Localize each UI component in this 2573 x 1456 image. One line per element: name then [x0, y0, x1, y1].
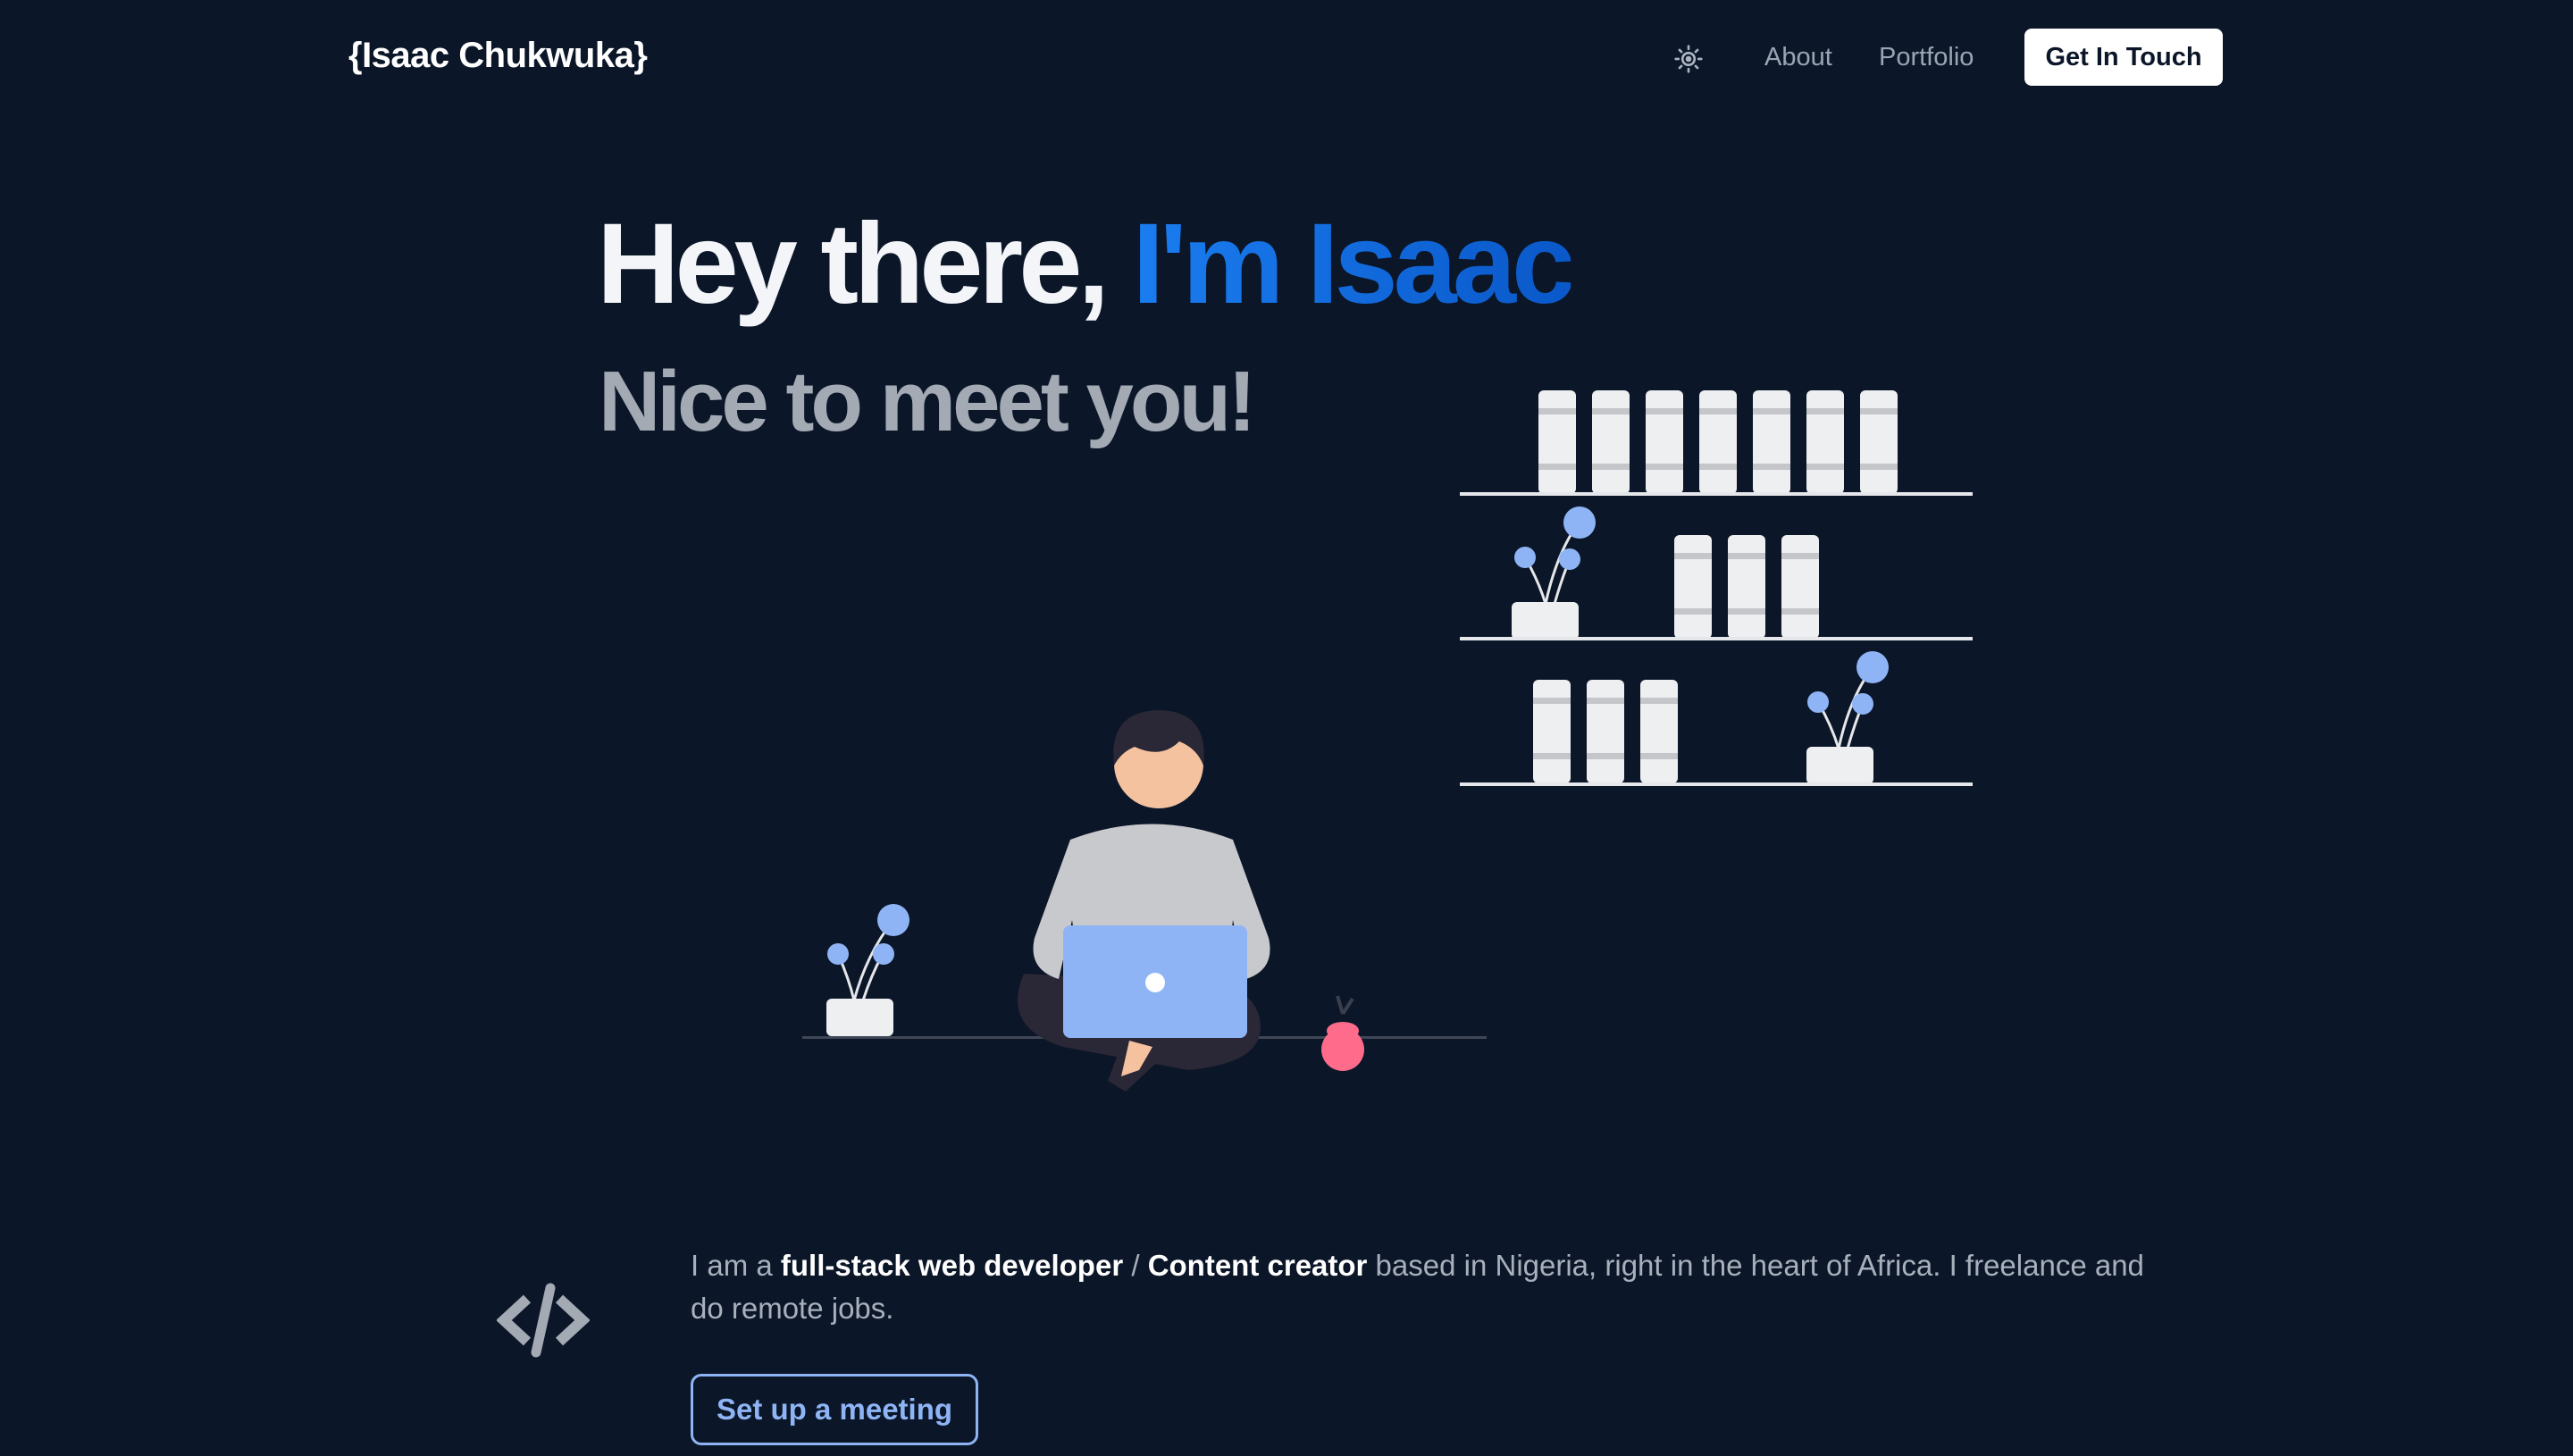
site-logo[interactable]: {Isaac Chukwuka} [348, 36, 648, 76]
navbar: {Isaac Chukwuka} About Portfolio Get In … [0, 0, 2573, 116]
get-in-touch-button[interactable]: Get In Touch [2024, 29, 2223, 86]
person-with-laptop [1017, 710, 1270, 1092]
theme-toggle-button[interactable] [1669, 39, 1708, 79]
hero-subtitle: Nice to meet you! [599, 354, 1256, 449]
floor-plant [826, 904, 909, 1036]
bookshelf [1460, 390, 1973, 786]
intro-role-developer: full-stack web developer [780, 1249, 1124, 1282]
nav-link-portfolio[interactable]: Portfolio [1879, 43, 1974, 72]
floor-line [802, 1036, 1487, 1039]
nav-link-about[interactable]: About [1764, 43, 1832, 72]
shelf-plant-2 [1806, 651, 1889, 784]
sun-icon [1674, 45, 1703, 73]
code-icon [496, 1283, 591, 1358]
intro-text: I am a full-stack web developer / Conten… [691, 1244, 2174, 1330]
setup-meeting-button[interactable]: Set up a meeting [691, 1374, 978, 1445]
intro-prefix: I am a [691, 1249, 781, 1282]
intro-separator: / [1123, 1249, 1148, 1282]
hero-title: Hey there, I'm Isaac [597, 207, 1575, 322]
intro-role-creator: Content creator [1147, 1249, 1368, 1282]
shelf-plant [1512, 506, 1596, 640]
hero-name: I'm Isaac [1132, 200, 1576, 328]
hero-greeting: Hey there, [597, 200, 1133, 328]
apple [1321, 995, 1364, 1071]
